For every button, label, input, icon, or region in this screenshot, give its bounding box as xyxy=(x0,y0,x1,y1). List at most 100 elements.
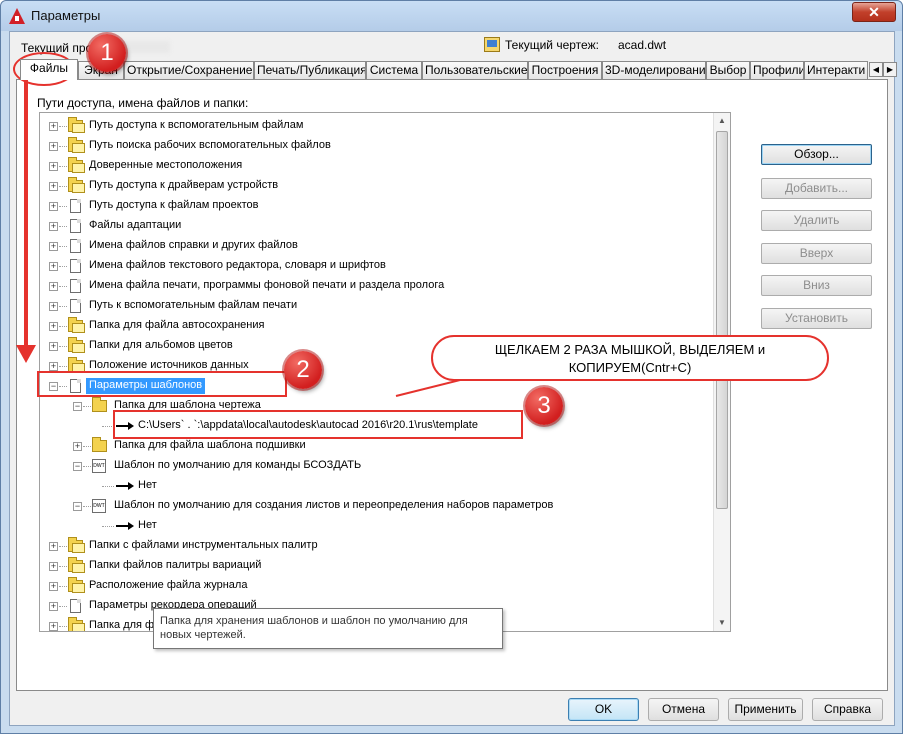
browse-button[interactable]: Обзор... xyxy=(761,144,872,165)
file-icon xyxy=(70,599,81,613)
remove-button[interactable]: Удалить xyxy=(761,210,872,231)
scroll-thumb[interactable] xyxy=(716,131,728,509)
tab-online[interactable]: Интеракти xyxy=(804,61,868,79)
tree-item-label: Папка для файла автосохранения xyxy=(89,319,265,331)
template-path-highlight xyxy=(113,410,523,439)
expand-plus-icon[interactable]: + xyxy=(49,162,58,171)
expand-plus-icon[interactable]: + xyxy=(73,442,82,451)
expand-plus-icon[interactable]: + xyxy=(49,202,58,211)
tree-item-label: Положение источников данных xyxy=(89,359,249,371)
tab-selection[interactable]: Выбор xyxy=(706,61,750,79)
title-bar[interactable]: Параметры ✕ xyxy=(1,1,902,31)
collapse-minus-icon[interactable]: − xyxy=(73,462,82,471)
expand-plus-icon[interactable]: + xyxy=(49,122,58,131)
expand-plus-icon[interactable]: + xyxy=(49,142,58,151)
expand-plus-icon[interactable]: + xyxy=(49,582,58,591)
tree-item[interactable]: + Доверенные местоположения xyxy=(40,157,712,175)
expand-plus-icon[interactable]: + xyxy=(49,242,58,251)
set-current-button[interactable]: Установить xyxy=(761,308,872,329)
expand-plus-icon[interactable]: + xyxy=(49,562,58,571)
apply-button[interactable]: Применить xyxy=(728,698,803,721)
tab-3d-modeling[interactable]: 3D-моделирование xyxy=(602,61,706,79)
scroll-up-icon[interactable]: ▲ xyxy=(714,113,730,129)
expand-plus-icon[interactable]: + xyxy=(49,342,58,351)
current-drawing-label: Текущий чертеж: xyxy=(505,38,599,52)
tree-item[interactable]: − DWT Шаблон по умолчанию для команды БС… xyxy=(40,457,712,475)
step-2-badge: 2 xyxy=(284,351,322,389)
tree-item[interactable]: + Имена файлов справки и других файлов xyxy=(40,237,712,255)
tree-item-label: Путь доступа к вспомогательным файлам xyxy=(89,119,304,131)
tab-scroll-left-icon[interactable]: ◀ xyxy=(869,62,883,77)
folder-open-icon xyxy=(92,397,107,412)
expand-plus-icon[interactable]: + xyxy=(49,362,58,371)
tree-item[interactable]: + Расположение файла журнала xyxy=(40,577,712,595)
tree-item[interactable]: + Путь доступа к вспомогательным файлам xyxy=(40,117,712,135)
expand-plus-icon[interactable]: + xyxy=(49,622,58,631)
tree-item[interactable]: + Файлы адаптации xyxy=(40,217,712,235)
tree-item[interactable]: + Путь доступа к драйверам устройств xyxy=(40,177,712,195)
file-icon xyxy=(70,219,81,233)
tab-open-save[interactable]: Открытие/Сохранение xyxy=(124,61,254,79)
tab-strip: Файлы Экран Открытие/Сохранение Печать/П… xyxy=(16,59,897,80)
folder-stack-icon xyxy=(68,557,85,573)
tab-profiles[interactable]: Профили xyxy=(750,61,804,79)
folder-stack-icon xyxy=(68,117,85,133)
expand-plus-icon[interactable]: + xyxy=(49,322,58,331)
tab-user-preferences[interactable]: Пользовательские xyxy=(422,61,528,79)
tab-plot-publish[interactable]: Печать/Публикация xyxy=(254,61,366,79)
close-button[interactable]: ✕ xyxy=(852,2,896,22)
tree-item-label: Доверенные местоположения xyxy=(89,159,243,171)
tree-item[interactable]: + Путь доступа к файлам проектов xyxy=(40,197,712,215)
expand-plus-icon[interactable]: + xyxy=(49,542,58,551)
tree-item-label: Папки с файлами инструментальных палитр xyxy=(89,539,318,551)
tree-item-label: Путь доступа к файлам проектов xyxy=(89,199,259,211)
help-button[interactable]: Справка xyxy=(812,698,883,721)
tree-item[interactable]: + Путь к вспомогательным файлам печати xyxy=(40,297,712,315)
tree-item-label: Шаблон по умолчанию для создания листов … xyxy=(114,499,554,511)
template-settings-highlight xyxy=(37,371,287,397)
tree-item[interactable]: − DWT Шаблон по умолчанию для создания л… xyxy=(40,497,712,515)
expand-plus-icon[interactable]: + xyxy=(49,222,58,231)
expand-plus-icon[interactable]: + xyxy=(49,282,58,291)
arrow-icon xyxy=(116,482,134,490)
tab-scroll-right-icon[interactable]: ▶ xyxy=(883,62,897,77)
move-up-button[interactable]: Вверх xyxy=(761,243,872,264)
red-arrow-shaft xyxy=(24,79,28,351)
cancel-button[interactable]: Отмена xyxy=(648,698,719,721)
expand-plus-icon[interactable]: + xyxy=(49,262,58,271)
tree-item[interactable]: + Папка для файла автосохранения xyxy=(40,317,712,335)
tree-item[interactable]: + Путь поиска рабочих вспомогательных фа… xyxy=(40,137,712,155)
ok-button[interactable]: OK xyxy=(568,698,639,721)
tooltip: Папка для хранения шаблонов и шаблон по … xyxy=(153,608,503,649)
callout-line-2: КОПИРУЕМ(Cntr+C) xyxy=(568,360,692,375)
project-file-icon xyxy=(70,199,81,213)
tree-item-label: Файлы адаптации xyxy=(89,219,182,231)
tree-item[interactable]: + Папка для файла шаблона подшивки xyxy=(40,437,712,455)
move-down-button[interactable]: Вниз xyxy=(761,275,872,296)
callout-line-1: ЩЕЛКАЕМ 2 РАЗА МЫШКОЙ, ВЫДЕЛЯЕМ и xyxy=(494,342,766,357)
add-button[interactable]: Добавить... xyxy=(761,178,872,199)
tree-item-label: Путь к вспомогательным файлам печати xyxy=(89,299,298,311)
collapse-minus-icon[interactable]: − xyxy=(73,502,82,511)
scroll-down-icon[interactable]: ▼ xyxy=(714,615,730,631)
tree-item[interactable]: + Папки с файлами инструментальных палит… xyxy=(40,537,712,555)
file-icon xyxy=(70,259,81,273)
dwt-file-icon: DWT xyxy=(92,459,106,473)
expand-plus-icon[interactable]: + xyxy=(49,602,58,611)
expand-plus-icon[interactable]: + xyxy=(49,182,58,191)
collapse-minus-icon[interactable]: − xyxy=(73,402,82,411)
tab-files[interactable]: Файлы xyxy=(20,59,78,80)
tree-item[interactable]: + Папки файлов палитры вариаций xyxy=(40,557,712,575)
tree-item[interactable]: + Имена файлов текстового редактора, сло… xyxy=(40,257,712,275)
tab-system[interactable]: Система xyxy=(366,61,422,79)
instruction-callout: ЩЕЛКАЕМ 2 РАЗА МЫШКОЙ, ВЫДЕЛЯЕМ и КОПИРУ… xyxy=(431,335,829,381)
tree-item-label: Путь доступа к драйверам устройств xyxy=(89,179,279,191)
expand-plus-icon[interactable]: + xyxy=(49,302,58,311)
tree-item[interactable]: Нет xyxy=(40,477,712,495)
tree-item-label: Имена файлов справки и других файлов xyxy=(89,239,298,251)
folder-stack-icon xyxy=(68,177,85,193)
tab-drafting[interactable]: Построения xyxy=(528,61,602,79)
tree-item[interactable]: Нет xyxy=(40,517,712,535)
tree-item[interactable]: + Имена файла печати, программы фоновой … xyxy=(40,277,712,295)
tree-item-label: Расположение файла журнала xyxy=(89,579,248,591)
